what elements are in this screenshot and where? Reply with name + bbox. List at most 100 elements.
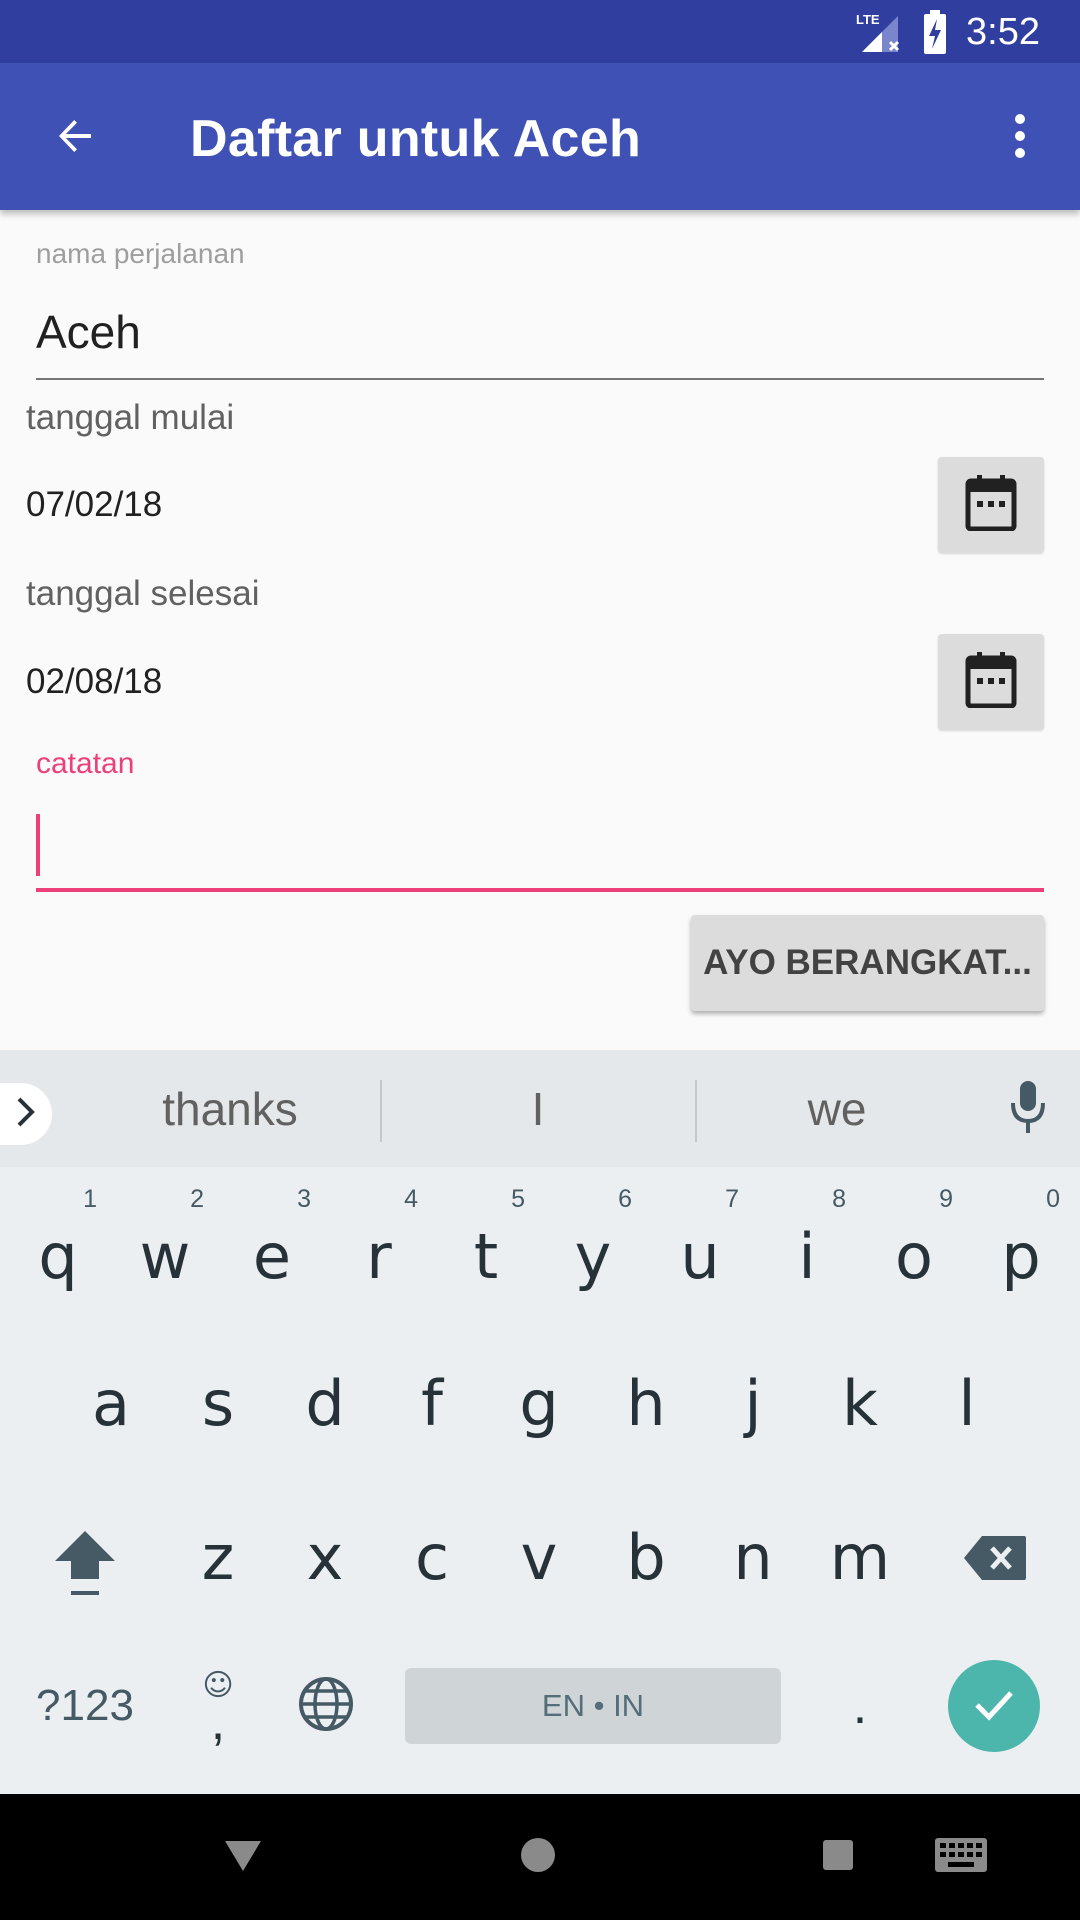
expand-suggestions-button[interactable] bbox=[0, 1083, 52, 1145]
text-cursor bbox=[36, 814, 40, 876]
key-s[interactable]: s bbox=[165, 1328, 271, 1478]
voice-input-button[interactable] bbox=[998, 1078, 1058, 1140]
key-k[interactable]: k bbox=[807, 1328, 913, 1478]
backspace-key[interactable] bbox=[940, 1505, 1050, 1615]
globe-icon bbox=[298, 1676, 354, 1737]
suggestion-2[interactable]: I bbox=[382, 1050, 694, 1167]
key-m[interactable]: m bbox=[807, 1482, 913, 1632]
key-hint: 6 bbox=[618, 1185, 632, 1213]
key-label: i bbox=[798, 1219, 816, 1293]
key-n[interactable]: n bbox=[700, 1482, 806, 1632]
key-label: p bbox=[1001, 1219, 1041, 1293]
nav-back-icon bbox=[223, 1837, 263, 1878]
svg-text:LTE: LTE bbox=[856, 12, 880, 27]
key-hint: 8 bbox=[832, 1185, 846, 1213]
more-vert-icon bbox=[1014, 113, 1026, 164]
key-c[interactable]: c bbox=[379, 1482, 485, 1632]
overflow-menu-button[interactable] bbox=[990, 103, 1050, 173]
page-title: Daftar untuk Aceh bbox=[190, 110, 642, 168]
period-key[interactable]: . bbox=[826, 1658, 894, 1754]
key-hint: 9 bbox=[939, 1185, 953, 1213]
calendar-icon bbox=[965, 474, 1017, 536]
key-l[interactable]: l bbox=[914, 1328, 1020, 1478]
microphone-icon bbox=[1008, 1079, 1048, 1140]
start-date-label: tanggal mulai bbox=[26, 398, 235, 437]
key-f[interactable]: f bbox=[379, 1328, 485, 1478]
nav-recents-icon bbox=[821, 1838, 855, 1877]
soft-keyboard: thanks I we 1q 2w 3e 4r 5t 6y 7u 8i 9o 0… bbox=[0, 1050, 1080, 1794]
trip-form: nama perjalanan tanggal mulai 07/02/18 t… bbox=[0, 210, 1080, 1050]
space-key[interactable]: EN • IN bbox=[405, 1668, 781, 1744]
nav-back-button[interactable] bbox=[210, 1824, 276, 1890]
chevron-right-icon bbox=[14, 1095, 38, 1134]
key-hint: 7 bbox=[725, 1185, 739, 1213]
check-icon bbox=[971, 1681, 1017, 1732]
key-w[interactable]: 2w bbox=[112, 1175, 218, 1325]
key-hint: 2 bbox=[190, 1185, 204, 1213]
key-u[interactable]: 7u bbox=[647, 1175, 753, 1325]
start-date-value: 07/02/18 bbox=[26, 485, 163, 524]
suggestion-3[interactable]: we bbox=[697, 1050, 977, 1167]
trip-name-input[interactable] bbox=[36, 286, 1044, 380]
key-q[interactable]: 1q bbox=[5, 1175, 111, 1325]
key-label: w bbox=[139, 1219, 191, 1293]
key-b[interactable]: b bbox=[593, 1482, 699, 1632]
submit-trip-button[interactable]: AYO BERANGKAT... bbox=[691, 915, 1044, 1011]
key-label: y bbox=[574, 1219, 612, 1293]
key-hint: 3 bbox=[297, 1185, 311, 1213]
key-label: q bbox=[38, 1219, 78, 1293]
calendar-icon bbox=[965, 651, 1017, 713]
key-label: t bbox=[473, 1219, 499, 1293]
key-g[interactable]: g bbox=[486, 1328, 592, 1478]
key-p[interactable]: 0p bbox=[968, 1175, 1074, 1325]
key-label: o bbox=[895, 1219, 933, 1293]
end-date-picker-button[interactable] bbox=[938, 634, 1044, 730]
nav-recents-button[interactable] bbox=[805, 1824, 871, 1890]
shift-key[interactable] bbox=[30, 1505, 140, 1625]
end-date-value: 02/08/18 bbox=[26, 662, 163, 701]
key-z[interactable]: z bbox=[165, 1482, 271, 1632]
back-button[interactable] bbox=[40, 103, 110, 173]
key-i[interactable]: 8i bbox=[754, 1175, 860, 1325]
key-hint: 0 bbox=[1046, 1185, 1060, 1213]
key-v[interactable]: v bbox=[486, 1482, 592, 1632]
key-label: r bbox=[366, 1219, 392, 1293]
lte-signal-icon: LTE bbox=[854, 10, 904, 54]
enter-key[interactable] bbox=[948, 1660, 1040, 1752]
key-hint: 5 bbox=[511, 1185, 525, 1213]
key-hint: 1 bbox=[83, 1185, 97, 1213]
key-d[interactable]: d bbox=[272, 1328, 378, 1478]
key-r[interactable]: 4r bbox=[326, 1175, 432, 1325]
comma-label: , bbox=[210, 1693, 226, 1751]
keyboard-icon bbox=[934, 1837, 988, 1878]
key-o[interactable]: 9o bbox=[861, 1175, 967, 1325]
key-t[interactable]: 5t bbox=[433, 1175, 539, 1325]
backspace-icon bbox=[962, 1534, 1028, 1587]
language-key[interactable] bbox=[288, 1664, 364, 1748]
key-e[interactable]: 3e bbox=[219, 1175, 325, 1325]
nav-home-button[interactable] bbox=[505, 1824, 571, 1890]
key-a[interactable]: a bbox=[58, 1328, 164, 1478]
key-h[interactable]: h bbox=[593, 1328, 699, 1478]
key-j[interactable]: j bbox=[700, 1328, 806, 1478]
key-label: u bbox=[680, 1219, 720, 1293]
battery-charging-icon bbox=[922, 10, 948, 54]
key-y[interactable]: 6y bbox=[540, 1175, 646, 1325]
symbols-key[interactable]: ?123 bbox=[20, 1660, 150, 1752]
status-icons: LTE 3:52 bbox=[854, 10, 1040, 54]
status-bar: LTE 3:52 bbox=[0, 0, 1080, 63]
suggestion-1[interactable]: thanks bbox=[80, 1050, 380, 1167]
nav-home-icon bbox=[519, 1836, 557, 1879]
shift-icon bbox=[53, 1527, 117, 1604]
trip-name-label: nama perjalanan bbox=[36, 238, 245, 269]
arrow-back-icon bbox=[51, 112, 99, 165]
keyboard-switch-button[interactable] bbox=[928, 1824, 994, 1890]
key-x[interactable]: x bbox=[272, 1482, 378, 1632]
notes-label: catatan bbox=[36, 747, 135, 780]
app-bar: Daftar untuk Aceh bbox=[0, 63, 1080, 210]
notes-input[interactable] bbox=[36, 800, 1044, 892]
start-date-picker-button[interactable] bbox=[938, 457, 1044, 553]
suggestion-strip: thanks I we bbox=[0, 1050, 1080, 1167]
comma-key[interactable]: ☺ , bbox=[185, 1654, 251, 1758]
key-label: e bbox=[252, 1219, 292, 1293]
